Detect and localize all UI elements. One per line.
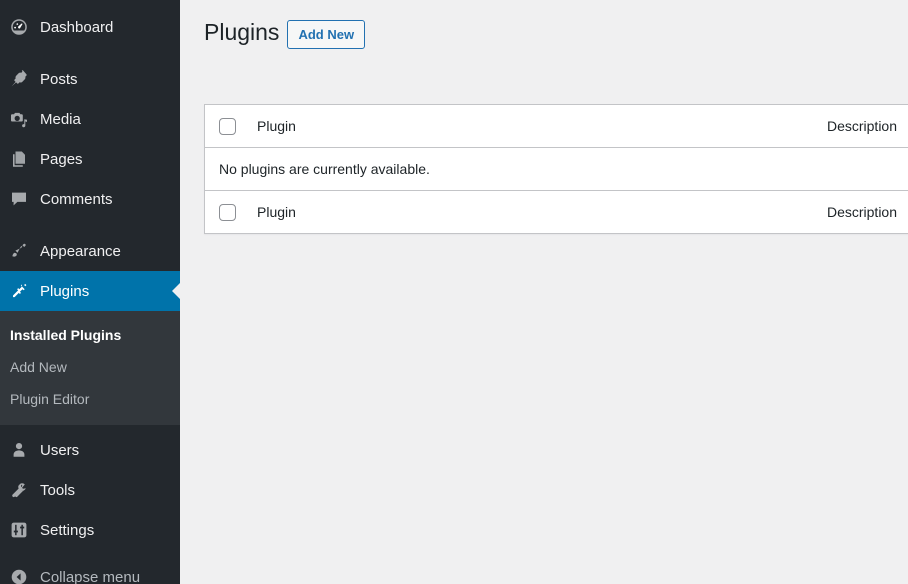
sidebar-divider [0,47,180,59]
pin-icon [8,68,30,90]
column-footer-plugin[interactable]: Plugin [257,204,296,220]
dashboard-icon [8,16,30,38]
empty-state-row: No plugins are currently available. [205,148,908,190]
add-new-button[interactable]: Add New [287,19,366,50]
pages-icon [8,148,30,170]
select-all-checkbox-cell-bottom [219,203,257,221]
collapse-arrow-icon [8,566,30,584]
plugins-submenu: Installed Plugins Add New Plugin Editor [0,311,180,425]
plug-icon [8,280,30,302]
page-title: Plugins [204,19,280,46]
sidebar-item-label: Tools [40,481,76,499]
plugins-table: Plugin Description No plugins are curren… [204,104,908,234]
wrench-icon [8,479,30,501]
submenu-item-plugin-editor[interactable]: Plugin Editor [0,383,180,415]
comments-icon [8,188,30,210]
sidebar-item-label: Plugins [40,282,90,300]
sidebar-item-settings[interactable]: Settings [0,510,180,550]
sidebar-item-label: Appearance [40,242,121,260]
sidebar-item-posts[interactable]: Posts [0,59,180,99]
sidebar-item-label: Comments [40,190,113,208]
table-header-row: Plugin Description [205,105,908,148]
sliders-icon [8,519,30,541]
sidebar-item-label: Settings [40,521,95,539]
sidebar-item-comments[interactable]: Comments [0,179,180,219]
sidebar-item-dashboard[interactable]: Dashboard [0,7,180,47]
select-all-checkbox-cell [219,117,257,135]
main-content: Plugins Add New Plugin Description No pl… [180,0,908,584]
sidebar-item-appearance[interactable]: Appearance [0,231,180,271]
column-header-plugin[interactable]: Plugin [257,118,296,134]
user-icon [8,439,30,461]
admin-sidebar: Dashboard Posts Media Pages Comments App… [0,0,180,584]
sidebar-divider [0,219,180,231]
sidebar-item-label: Pages [40,150,83,168]
sidebar-item-label: Dashboard [40,18,114,36]
media-icon [8,108,30,130]
select-all-checkbox-top[interactable] [219,117,236,135]
column-footer-description[interactable]: Description [827,204,899,220]
sidebar-item-media[interactable]: Media [0,99,180,139]
page-header: Plugins Add New [204,0,908,54]
empty-state-message: No plugins are currently available. [219,161,430,177]
collapse-menu-label: Collapse menu [40,568,141,584]
sidebar-item-pages[interactable]: Pages [0,139,180,179]
sidebar-item-tools[interactable]: Tools [0,470,180,510]
sidebar-item-label: Posts [40,70,78,88]
wordpress-admin-screen: Dashboard Posts Media Pages Comments App… [0,0,908,584]
sidebar-item-label: Users [40,441,80,459]
submenu-item-installed-plugins[interactable]: Installed Plugins [0,319,180,351]
collapse-menu-button[interactable]: Collapse menu [0,558,180,584]
column-header-description[interactable]: Description [827,118,899,134]
sidebar-item-label: Media [40,110,81,128]
submenu-item-add-new[interactable]: Add New [0,351,180,383]
sidebar-item-plugins[interactable]: Plugins [0,271,180,311]
select-all-checkbox-bottom[interactable] [219,203,236,221]
table-footer-row: Plugin Description [205,190,908,233]
paintbrush-icon [8,240,30,262]
sidebar-item-users[interactable]: Users [0,430,180,470]
